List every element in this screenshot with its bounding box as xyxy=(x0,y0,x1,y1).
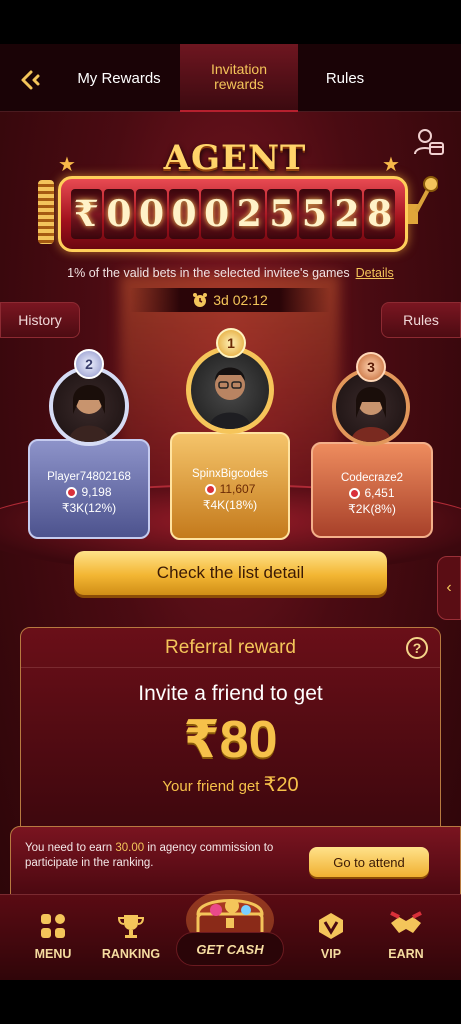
bets-value: 6,451 xyxy=(364,486,395,500)
timer-text: 3d 02:12 xyxy=(213,292,268,308)
nav-ranking[interactable]: RANKING xyxy=(96,903,166,975)
chip-icon xyxy=(66,486,78,498)
jackpot-counter: ₹0 0 0 0 2 5 5 2 8 xyxy=(58,176,408,252)
handshake-icon xyxy=(390,911,422,933)
referral-title: Referral reward xyxy=(165,636,296,658)
player-reward: ₹4K(18%) xyxy=(202,498,258,512)
jackpot-digit: 0 xyxy=(136,189,167,239)
rules-side-button[interactable]: Rules xyxy=(381,302,461,338)
app-screen: My Rewards Invitation rewards Rules ★ ★ … xyxy=(0,44,461,980)
player-bets: 11,607 xyxy=(172,482,288,496)
bet-note-text: 1% of the valid bets in the selected inv… xyxy=(67,266,350,280)
podium-rank-2[interactable]: Player74802168 9,198 ₹3K(12%) xyxy=(28,439,150,539)
check-list-detail-button[interactable]: Check the list detail xyxy=(74,551,387,595)
jackpot-digit: ₹ xyxy=(71,189,102,239)
user-calendar-icon xyxy=(414,129,444,155)
chip-icon xyxy=(349,487,361,499)
referral-amount: ₹80 xyxy=(183,711,278,769)
referral-header: Referral reward ? xyxy=(21,628,440,668)
avatar-image xyxy=(209,367,251,429)
jackpot-digit: 2 xyxy=(331,189,363,239)
nav-get-cash[interactable]: GET CASH xyxy=(176,932,284,966)
jackpot-digit: 2 xyxy=(233,189,265,239)
podium-rank-1[interactable]: SpinxBigcodes 11,607 ₹4K(18%) xyxy=(170,432,290,540)
player-reward: ₹3K(12%) xyxy=(61,501,117,515)
slot-lever-icon xyxy=(408,176,438,224)
notice-amount: 30.00 xyxy=(115,842,145,854)
nav-vip-label: VIP xyxy=(320,947,342,961)
chevron-left-icon: ‹ xyxy=(446,579,452,596)
jackpot-digit: 5 xyxy=(266,189,298,239)
avatar-image xyxy=(351,387,391,442)
details-link[interactable]: Details xyxy=(356,266,394,280)
notice-text: You need to earn 30.00 in agency commiss… xyxy=(25,841,295,871)
countdown-timer: 3d 02:12 xyxy=(130,288,330,312)
tab-rules[interactable]: Rules xyxy=(300,44,390,112)
nav-earn[interactable]: EARN xyxy=(371,903,441,975)
player-name: SpinxBigcodes xyxy=(191,468,269,480)
back-arrow-icon xyxy=(21,70,40,90)
jackpot-digit: 0 xyxy=(201,189,232,239)
player-reward: ₹2K(8%) xyxy=(348,502,396,516)
top-tab-bar: My Rewards Invitation rewards Rules xyxy=(0,44,461,112)
invite-text: Invite a friend to get xyxy=(138,682,323,705)
avatar-rank-1 xyxy=(186,346,274,434)
nav-menu-label: MENU xyxy=(34,947,72,961)
friend-amount: ₹20 xyxy=(263,774,299,796)
jackpot-digit: 0 xyxy=(168,189,200,239)
menu-grid-icon xyxy=(41,914,65,938)
bets-value: 11,607 xyxy=(219,482,256,496)
invitee-schedule-button[interactable] xyxy=(412,126,446,160)
vip-crown-icon xyxy=(319,913,343,939)
tab-my-rewards[interactable]: My Rewards xyxy=(60,44,178,112)
alarm-clock-icon xyxy=(193,293,208,307)
tab-invitation-rewards-label: Invitation rewards xyxy=(210,61,268,92)
bets-value: 9,198 xyxy=(81,485,112,499)
go-to-attend-button[interactable]: Go to attend xyxy=(309,847,429,877)
nav-ranking-label: RANKING xyxy=(101,947,161,961)
rank-badge: 3 xyxy=(356,352,386,382)
rank-badge: 1 xyxy=(216,328,246,358)
player-name: Player74802168 xyxy=(47,471,131,483)
tab-invitation-rewards[interactable]: Invitation rewards xyxy=(180,44,298,112)
trophy-icon xyxy=(117,915,145,938)
notice-text-before: You need to earn xyxy=(25,842,116,854)
nav-menu[interactable]: MENU xyxy=(18,903,88,975)
jackpot-digit: 8 xyxy=(364,189,395,239)
player-name: Codecraze2 xyxy=(340,472,403,484)
avatar-image xyxy=(69,385,109,442)
history-button[interactable]: History xyxy=(0,302,80,338)
chip-icon xyxy=(204,483,216,495)
friend-text: Your friend get xyxy=(162,778,260,795)
player-bets: 6,451 xyxy=(313,486,431,500)
help-icon[interactable]: ? xyxy=(406,637,428,659)
side-drawer-handle[interactable]: ‹ xyxy=(437,556,461,620)
rank-badge: 2 xyxy=(74,349,104,379)
jackpot-digit: 0 xyxy=(103,189,135,239)
nav-earn-label: EARN xyxy=(388,947,424,961)
jackpot-digit: 5 xyxy=(299,189,330,239)
bet-percentage-note: 1% of the valid bets in the selected inv… xyxy=(0,266,461,280)
nav-vip[interactable]: VIP xyxy=(296,903,366,975)
jackpot-digits: ₹0 0 0 0 2 5 5 2 8 xyxy=(71,189,395,239)
back-button[interactable] xyxy=(12,62,48,98)
nav-get-cash-label: GET CASH xyxy=(196,941,264,957)
spring-decoration xyxy=(38,180,54,244)
podium-rank-3[interactable]: Codecraze2 6,451 ₹2K(8%) xyxy=(311,442,433,538)
friend-reward: Your friend get ₹20 xyxy=(21,772,440,797)
player-bets: 9,198 xyxy=(30,485,148,499)
referral-card: Referral reward ? Invite a friend to get… xyxy=(20,627,441,837)
